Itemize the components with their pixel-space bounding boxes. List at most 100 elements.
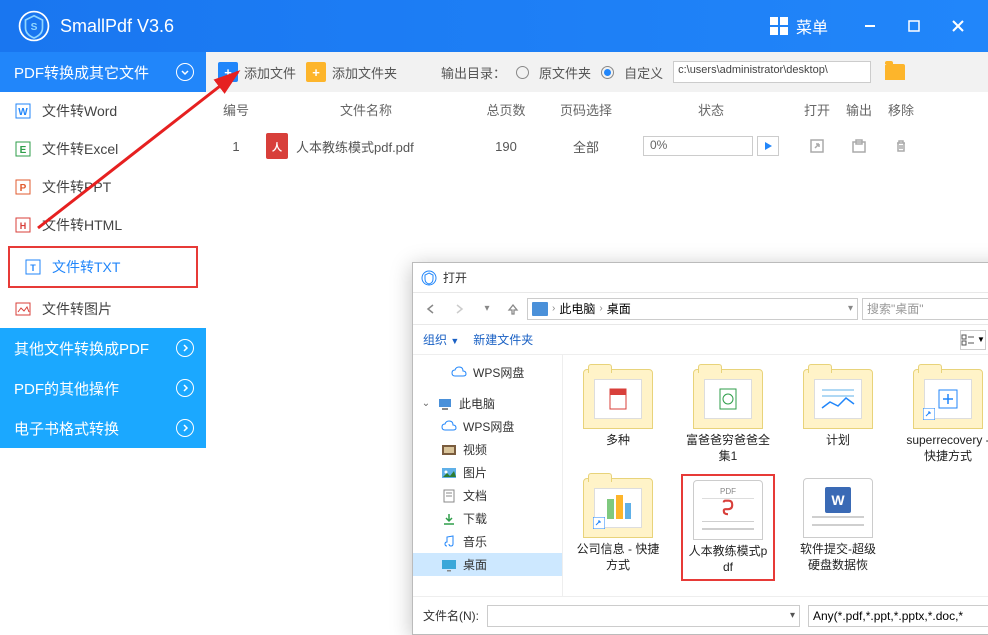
tree-label: 桌面 <box>463 556 487 573</box>
grid-icon <box>770 17 788 35</box>
radio-original[interactable]: 原文件夹 <box>516 63 591 82</box>
add-folder-button[interactable]: + 添加文件夹 <box>306 62 397 82</box>
sidebar-category-label: PDF的其他操作 <box>14 378 119 399</box>
cell-pages: 190 <box>466 139 546 154</box>
sidebar-item-label: 文件转PPT <box>42 177 111 197</box>
sidebar-item-label: 文件转Excel <box>42 139 118 159</box>
table-row[interactable]: 1 人 人本教练模式pdf.pdf 190 全部 0% <box>206 126 988 166</box>
radio-icon <box>601 66 614 79</box>
file-label: 公司信息 - 快捷方式 <box>575 542 661 573</box>
sidebar-category-pdf-ops[interactable]: PDF的其他操作 <box>0 368 206 408</box>
svg-text:P: P <box>20 183 27 194</box>
ppt-icon: P <box>14 178 32 196</box>
maximize-button[interactable] <box>892 0 936 52</box>
tree-label: WPS网盘 <box>463 418 514 435</box>
doc-icon <box>441 489 457 503</box>
tree-label: 此电脑 <box>459 395 495 412</box>
address-bar[interactable]: › 此电脑 › 桌面 ▾ <box>527 298 858 320</box>
forward-button[interactable] <box>447 298 471 320</box>
sidebar-item-image[interactable]: 文件转图片 <box>0 290 206 328</box>
file-item[interactable]: 多种 <box>571 365 665 468</box>
svg-text:W: W <box>18 107 28 118</box>
tree-item-download[interactable]: 下载 <box>413 507 562 530</box>
recent-dropdown[interactable]: ▾ <box>475 298 499 320</box>
dialog-titlebar: 打开 ✕ <box>413 263 988 293</box>
back-button[interactable] <box>419 298 443 320</box>
tree-item-wps2[interactable]: WPS网盘 <box>413 415 562 438</box>
image-icon <box>14 300 32 318</box>
file-label: 软件提交-超级硬盘数据恢 <box>795 542 881 573</box>
app-icon <box>421 270 437 286</box>
sidebar-category-other-to-pdf[interactable]: 其他文件转换成PDF <box>0 328 206 368</box>
sidebar-category-ebook[interactable]: 电子书格式转换 <box>0 408 206 448</box>
html-icon: H <box>14 216 32 234</box>
radio-custom[interactable]: 自定义 <box>601 63 663 82</box>
filename-input[interactable]: ▾ <box>487 605 800 627</box>
file-item-selected[interactable]: PDF 人本教练模式pdf <box>681 474 775 581</box>
file-label: 人本教练模式pdf <box>687 544 769 575</box>
file-item[interactable]: superrecovery - 快捷方式 <box>901 365 988 468</box>
tree-label: 图片 <box>463 464 487 481</box>
open-dialog: 打开 ✕ ▾ › 此电脑 › 桌面 ▾ 搜索"桌面" <box>412 262 988 635</box>
tree-item-wps[interactable]: WPS网盘 <box>413 361 562 384</box>
chevron-icon: › <box>552 303 555 314</box>
output-path-input[interactable]: c:\users\administrator\desktop\ <box>673 61 871 83</box>
sidebar-item-txt[interactable]: T 文件转TXT <box>10 248 196 286</box>
chevron-right-icon <box>176 419 194 437</box>
up-button[interactable] <box>503 298 523 320</box>
output-button[interactable] <box>849 136 869 156</box>
toolbar: + 添加文件 + 添加文件夹 输出目录： 原文件夹 自定义 c:\users\a… <box>206 52 988 92</box>
open-button[interactable] <box>807 136 827 156</box>
plus-icon: + <box>218 62 238 82</box>
sidebar-item-excel[interactable]: E 文件转Excel <box>0 130 206 168</box>
table-header: 编号 文件名称 总页数 页码选择 状态 打开 输出 移除 <box>206 92 988 126</box>
view-mode-button[interactable]: ▼ <box>960 330 986 350</box>
menu-button[interactable]: 菜单 <box>770 14 828 38</box>
sidebar-item-word[interactable]: W 文件转Word <box>0 92 206 130</box>
cloud-icon <box>441 420 457 434</box>
organize-button[interactable]: 组织 ▼ <box>423 331 459 348</box>
tree-item-pc[interactable]: ⌄ 此电脑 <box>413 392 562 415</box>
tree-item-doc[interactable]: 文档 <box>413 484 562 507</box>
header-pages: 总页数 <box>466 100 546 119</box>
word-file-icon: W <box>803 478 873 538</box>
cloud-icon <box>451 366 467 380</box>
search-input[interactable]: 搜索"桌面" <box>862 298 988 320</box>
minimize-button[interactable] <box>848 0 892 52</box>
tree-item-video[interactable]: 视频 <box>413 438 562 461</box>
tree-item-music[interactable]: 音乐 <box>413 530 562 553</box>
header-del: 移除 <box>880 100 922 119</box>
cell-name: 人 人本教练模式pdf.pdf <box>256 133 466 159</box>
header-name: 文件名称 <box>256 100 466 119</box>
filetype-select[interactable]: Any(*.pdf,*.ppt,*.pptx,*.doc,*▾ <box>808 605 988 627</box>
add-file-button[interactable]: + 添加文件 <box>218 62 296 82</box>
breadcrumb-item[interactable]: 桌面 <box>607 300 631 317</box>
new-folder-button[interactable]: 新建文件夹 <box>473 331 533 348</box>
progress-bar: 0% <box>643 136 753 156</box>
sidebar-item-ppt[interactable]: P 文件转PPT <box>0 168 206 206</box>
file-item[interactable]: 富爸爸穷爸爸全集1 <box>681 365 775 468</box>
tree-item-image[interactable]: 图片 <box>413 461 562 484</box>
chevron-down-icon <box>176 63 194 81</box>
close-button[interactable] <box>936 0 980 52</box>
app-logo: S <box>16 8 52 44</box>
pdf-file-icon: PDF <box>693 480 763 540</box>
header-idx: 编号 <box>216 100 256 119</box>
delete-button[interactable] <box>891 136 911 156</box>
file-item[interactable]: 公司信息 - 快捷方式 <box>571 474 665 581</box>
sidebar-item-html[interactable]: H 文件转HTML <box>0 206 206 244</box>
sidebar-category-pdf-to-other[interactable]: PDF转换成其它文件 <box>0 52 206 92</box>
browse-folder-button[interactable] <box>885 64 905 80</box>
music-icon <box>441 535 457 549</box>
breadcrumb-item[interactable]: 此电脑 <box>559 300 595 317</box>
download-icon <box>441 512 457 526</box>
file-item[interactable]: W 软件提交-超级硬盘数据恢 <box>791 474 885 581</box>
expand-icon[interactable]: ⌄ <box>421 398 431 409</box>
header-open: 打开 <box>796 100 838 119</box>
word-icon: W <box>14 102 32 120</box>
tree-item-desktop[interactable]: 桌面 <box>413 553 562 576</box>
file-item[interactable]: 计划 <box>791 365 885 468</box>
start-button[interactable] <box>757 136 779 156</box>
sidebar-item-label: 文件转Word <box>42 101 117 121</box>
header-out: 输出 <box>838 100 880 119</box>
